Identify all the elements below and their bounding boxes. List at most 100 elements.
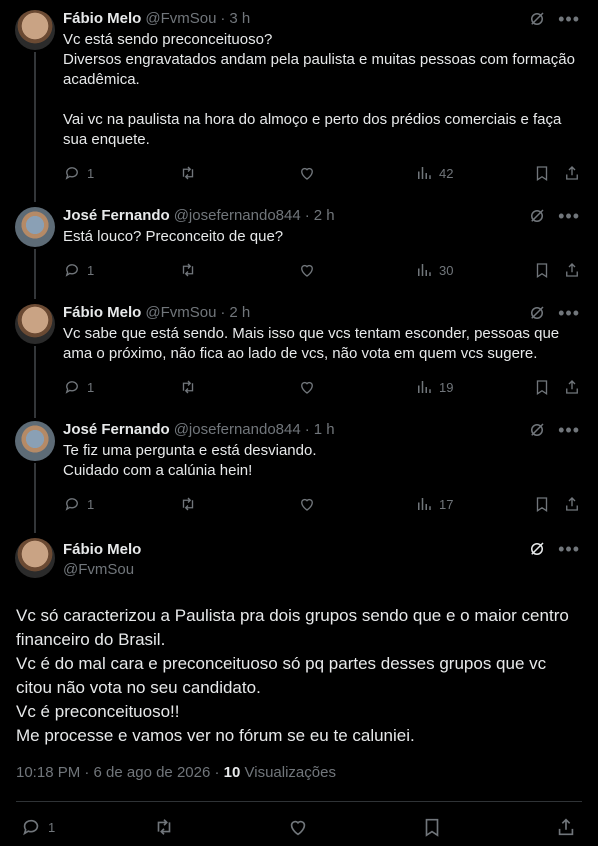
like-icon: [301, 498, 313, 511]
bookmark-icon: [536, 497, 548, 513]
author-handle[interactable]: @josefernando844: [174, 421, 301, 438]
bookmark-button[interactable]: [533, 261, 551, 279]
share-button[interactable]: [555, 816, 577, 838]
reply-button[interactable]: 1: [63, 164, 94, 182]
share-button[interactable]: [563, 495, 581, 513]
author-handle[interactable]: @FvmSou: [145, 10, 216, 27]
author-handle[interactable]: @FvmSou: [63, 560, 598, 580]
reply-count: 1: [87, 379, 95, 395]
views-button[interactable]: 30: [415, 261, 453, 279]
bookmark-button[interactable]: [533, 378, 551, 396]
retweet-icon: [182, 166, 194, 180]
share-icon: [566, 497, 578, 511]
author-name[interactable]: José Fernando: [63, 421, 170, 438]
tweet-timestamp[interactable]: 10:18 PM · 6 de ago de 2026 ·: [16, 764, 219, 781]
more-icon[interactable]: •••: [558, 207, 580, 225]
tweet[interactable]: ••• Fábio Melo @FvmSou · 2 h Vc sabe que…: [0, 294, 598, 406]
reply-icon: [65, 264, 78, 277]
tweet-time[interactable]: 3 h: [229, 10, 250, 27]
avatar[interactable]: [15, 304, 55, 344]
views-count: 30: [439, 262, 454, 278]
avatar[interactable]: [15, 538, 55, 578]
share-icon: [558, 818, 574, 836]
bookmark-icon: [536, 166, 548, 182]
reply-button[interactable]: 1: [63, 261, 94, 279]
like-button[interactable]: [298, 378, 316, 396]
retweet-button[interactable]: [179, 378, 197, 396]
tweet-actions: 1: [0, 802, 598, 846]
author-name[interactable]: José Fernando: [63, 207, 170, 224]
grok-icon[interactable]: [528, 207, 546, 225]
tweet[interactable]: ••• José Fernando @josefernando844 · 2 h…: [0, 197, 598, 289]
share-button[interactable]: [563, 261, 581, 279]
reply-count: 1: [87, 496, 95, 512]
bookmark-icon: [536, 380, 548, 396]
author-handle[interactable]: @josefernando844: [174, 207, 301, 224]
tweet-time[interactable]: 2 h: [314, 207, 335, 224]
more-icon[interactable]: •••: [558, 304, 580, 322]
grok-icon[interactable]: [528, 304, 546, 322]
views-button[interactable]: 17: [415, 495, 453, 513]
main-tweet: ••• Fábio Melo @FvmSou Vc só caracterizo…: [0, 530, 598, 846]
views-button[interactable]: 19: [415, 378, 453, 396]
grok-icon[interactable]: [528, 10, 546, 28]
retweet-button[interactable]: [179, 495, 197, 513]
bookmark-button[interactable]: [421, 816, 443, 838]
views-count: 17: [439, 496, 454, 512]
separator: ·: [304, 420, 310, 438]
like-icon: [301, 264, 313, 277]
retweet-icon: [182, 380, 194, 394]
tweet-time[interactable]: 2 h: [229, 304, 250, 321]
tweet-text: Vc só caracterizou a Paulista pra dois g…: [16, 606, 569, 745]
retweet-icon: [157, 819, 171, 835]
like-button[interactable]: [287, 816, 309, 838]
reply-count: 1: [87, 165, 95, 181]
share-button[interactable]: [563, 164, 581, 182]
share-icon: [566, 166, 578, 180]
reply-button[interactable]: 1: [63, 378, 94, 396]
share-icon: [566, 263, 578, 277]
views-button[interactable]: 42: [415, 164, 453, 182]
bookmark-button[interactable]: [533, 164, 551, 182]
author-name[interactable]: Fábio Melo: [63, 10, 141, 27]
views-count: 42: [439, 165, 454, 181]
retweet-button[interactable]: [179, 261, 197, 279]
bookmark-button[interactable]: [533, 495, 551, 513]
separator: ·: [304, 206, 310, 224]
like-icon: [290, 820, 306, 836]
more-icon[interactable]: •••: [558, 421, 580, 439]
share-icon: [566, 380, 578, 394]
grok-icon[interactable]: [528, 421, 546, 439]
like-button[interactable]: [298, 164, 316, 182]
more-icon[interactable]: •••: [558, 10, 580, 28]
views-count: 10: [223, 764, 241, 781]
tweet-time[interactable]: 1 h: [314, 421, 335, 438]
tweet-actions: 1 19: [63, 372, 582, 406]
avatar[interactable]: [15, 421, 55, 461]
tweet[interactable]: ••• Fábio Melo @FvmSou · 3 h Vc está sen…: [0, 0, 598, 192]
views-icon: [418, 381, 431, 393]
avatar[interactable]: [15, 10, 55, 50]
tweet[interactable]: ••• José Fernando @josefernando844 · 1 h…: [0, 411, 598, 523]
reply-icon: [65, 381, 78, 394]
retweet-button[interactable]: [179, 164, 197, 182]
grok-icon[interactable]: [528, 540, 546, 558]
bookmark-icon: [536, 263, 548, 279]
reply-button[interactable]: 1: [63, 495, 94, 513]
more-icon[interactable]: •••: [558, 540, 580, 558]
retweet-icon: [182, 497, 194, 511]
author-handle[interactable]: @FvmSou: [145, 304, 216, 321]
like-button[interactable]: [298, 495, 316, 513]
author-name[interactable]: Fábio Melo: [63, 304, 141, 321]
author-name[interactable]: Fábio Melo: [63, 540, 598, 560]
reply-button[interactable]: 1: [20, 816, 55, 838]
reply-icon: [65, 498, 78, 511]
like-icon: [301, 381, 313, 394]
share-button[interactable]: [563, 378, 581, 396]
retweet-button[interactable]: [153, 816, 175, 838]
reply-count: 1: [48, 819, 56, 835]
tweet-header: Fábio Melo @FvmSou · 2 h: [63, 302, 582, 322]
separator: ·: [220, 303, 226, 321]
like-button[interactable]: [298, 261, 316, 279]
avatar[interactable]: [15, 207, 55, 247]
